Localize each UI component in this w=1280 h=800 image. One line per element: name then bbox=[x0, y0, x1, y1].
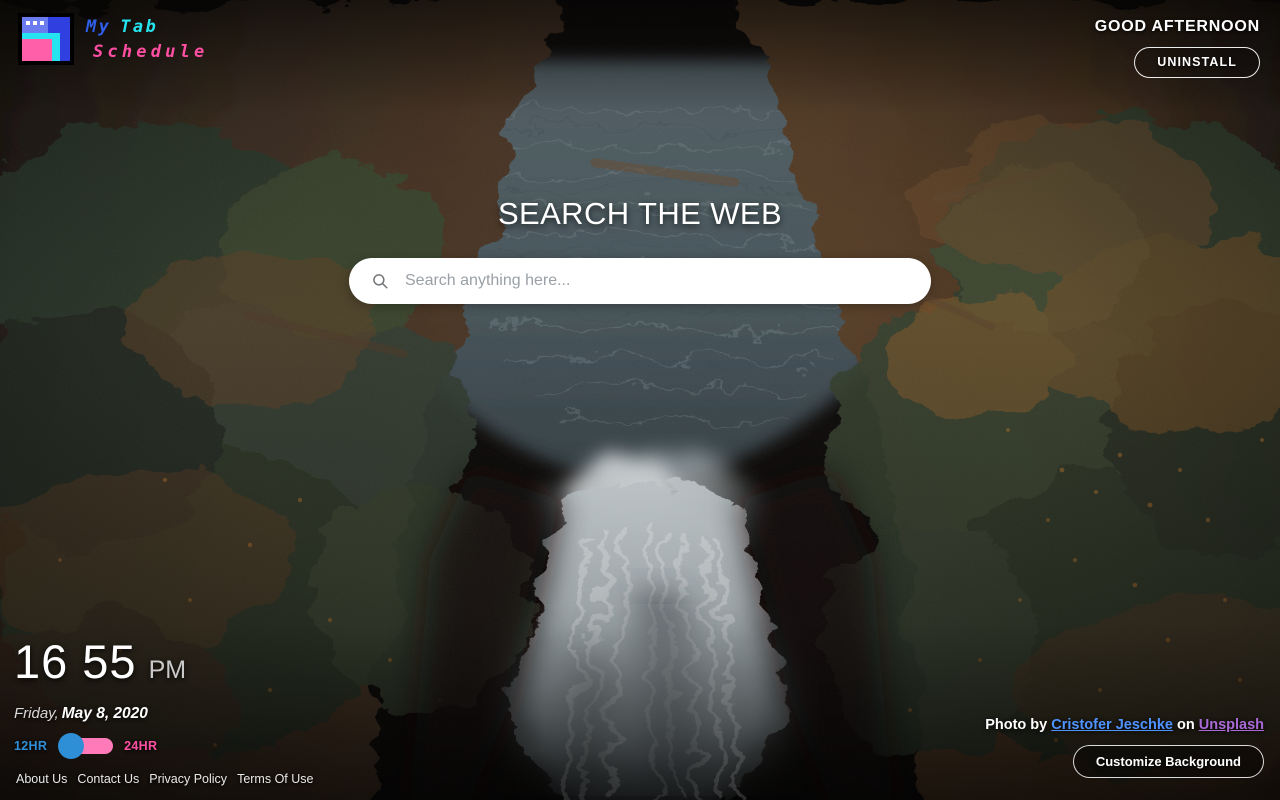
time-format-toggle[interactable] bbox=[58, 733, 114, 759]
toggle-label-24hr[interactable]: 24HR bbox=[124, 739, 157, 753]
clock-hours: 16 bbox=[14, 635, 69, 688]
footer-link-terms-of-use[interactable]: Terms Of Use bbox=[237, 772, 313, 786]
search-icon bbox=[373, 274, 388, 289]
footer-link-contact-us[interactable]: Contact Us bbox=[77, 772, 139, 786]
clock-ampm: PM bbox=[148, 656, 187, 684]
credit-author-link[interactable]: Cristofer Jeschke bbox=[1051, 717, 1173, 733]
brand-wordmark: My Tab Schedule bbox=[86, 18, 208, 61]
footer-links: About Us Contact Us Privacy Policy Terms… bbox=[16, 772, 313, 786]
photo-credit-block: Photo by Cristofer Jeschke on Unsplash C… bbox=[985, 717, 1264, 778]
photo-credit-text: Photo by Cristofer Jeschke on Unsplash bbox=[985, 717, 1264, 733]
brand-word-my: My bbox=[86, 16, 112, 37]
greeting-text: GOOD AFTERNOON bbox=[1094, 18, 1260, 35]
browser-window-logo-icon bbox=[18, 13, 74, 65]
customize-background-button[interactable]: Customize Background bbox=[1072, 745, 1264, 778]
clock-date: Friday, May 8, 2020 bbox=[14, 705, 186, 723]
credit-prefix: Photo by bbox=[985, 717, 1048, 733]
clock-minutes: 55 bbox=[82, 635, 137, 688]
clock-time: 16 55 PM bbox=[14, 638, 186, 685]
footer-link-about-us[interactable]: About Us bbox=[16, 772, 67, 786]
footer-link-privacy-policy[interactable]: Privacy Policy bbox=[149, 772, 227, 786]
brand-word-tab: Tab bbox=[120, 16, 159, 37]
header-right: GOOD AFTERNOON UNINSTALL bbox=[1095, 18, 1260, 78]
toggle-label-12hr[interactable]: 12HR bbox=[14, 739, 47, 753]
brand-logo[interactable]: My Tab Schedule bbox=[18, 13, 208, 65]
credit-middle: on bbox=[1176, 717, 1195, 733]
credit-source-link[interactable]: Unsplash bbox=[1199, 717, 1264, 733]
toggle-knob[interactable] bbox=[58, 733, 85, 759]
clock-date-weekday: Friday, bbox=[14, 705, 59, 722]
uninstall-button[interactable]: UNINSTALL bbox=[1134, 47, 1260, 78]
search-input[interactable] bbox=[405, 272, 909, 290]
brand-word-schedule: Schedule bbox=[93, 41, 209, 62]
clock-date-rest: May 8, 2020 bbox=[61, 705, 148, 722]
time-format-toggle-row: 12HR 24HR bbox=[14, 733, 186, 759]
search-section: SEARCH THE WEB bbox=[0, 196, 1280, 304]
search-heading: SEARCH THE WEB bbox=[497, 196, 783, 231]
search-bar[interactable] bbox=[349, 258, 931, 304]
clock-widget: 16 55 PM Friday, May 8, 2020 12HR 24HR bbox=[14, 638, 186, 759]
